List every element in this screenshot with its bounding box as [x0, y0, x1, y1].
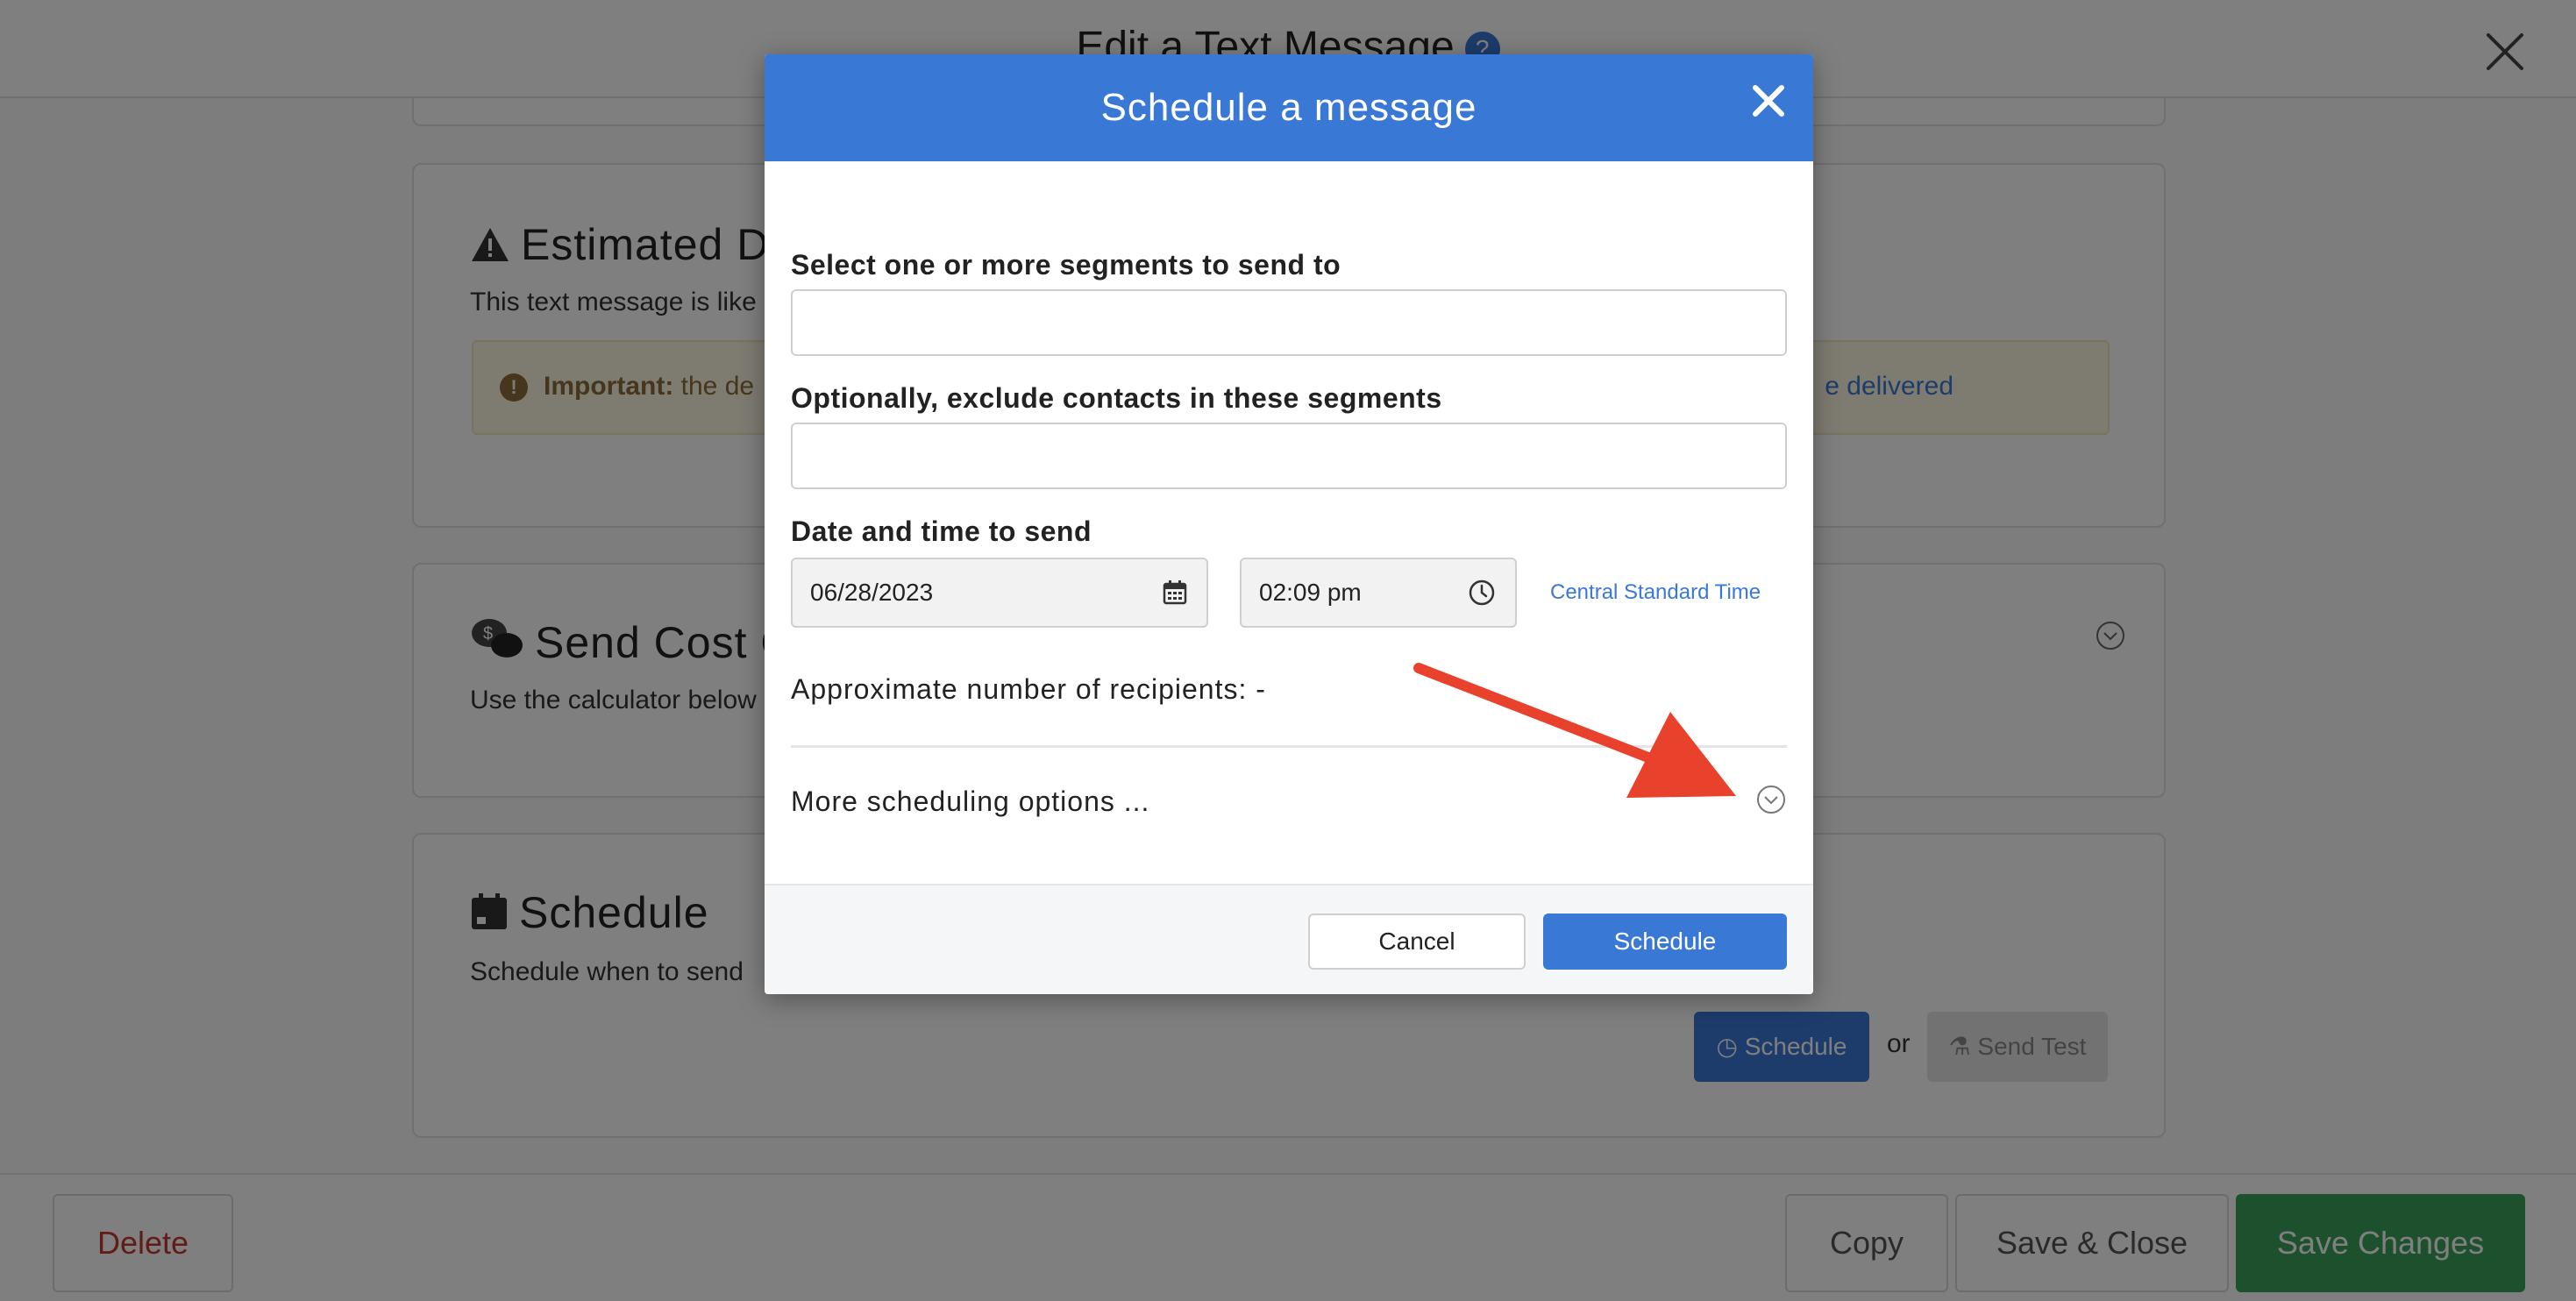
segments-label: Select one or more segments to send to: [791, 249, 1341, 281]
recipients-count: Approximate number of recipients: -: [791, 673, 1266, 705]
modal-close-icon[interactable]: [1747, 79, 1790, 123]
schedule-submit-button[interactable]: Schedule: [1543, 914, 1787, 970]
exclude-segments-input[interactable]: [791, 423, 1787, 489]
modal-footer: Cancel Schedule: [765, 884, 1813, 994]
clock-icon[interactable]: [1468, 579, 1496, 607]
date-input[interactable]: 06/28/2023: [791, 558, 1208, 628]
cancel-button[interactable]: Cancel: [1308, 914, 1526, 970]
date-value: 06/28/2023: [810, 579, 934, 606]
datetime-label: Date and time to send: [791, 515, 1092, 547]
more-scheduling-options[interactable]: More scheduling options ...: [791, 786, 1149, 818]
time-value: 02:09 pm: [1259, 579, 1362, 606]
segments-input[interactable]: [791, 289, 1787, 356]
annotation-arrow-icon: [1413, 663, 1736, 798]
schedule-message-modal: Schedule a message Select one or more se…: [765, 54, 1813, 994]
timezone-link[interactable]: Central Standard Time: [1550, 580, 1761, 605]
chevron-down-circle-icon[interactable]: [1755, 784, 1787, 815]
calendar-icon[interactable]: [1161, 579, 1189, 607]
modal-title: Schedule a message: [1100, 86, 1477, 129]
time-input[interactable]: 02:09 pm: [1240, 558, 1517, 628]
modal-header: Schedule a message: [765, 54, 1813, 161]
exclude-segments-label: Optionally, exclude contacts in these se…: [791, 382, 1442, 414]
